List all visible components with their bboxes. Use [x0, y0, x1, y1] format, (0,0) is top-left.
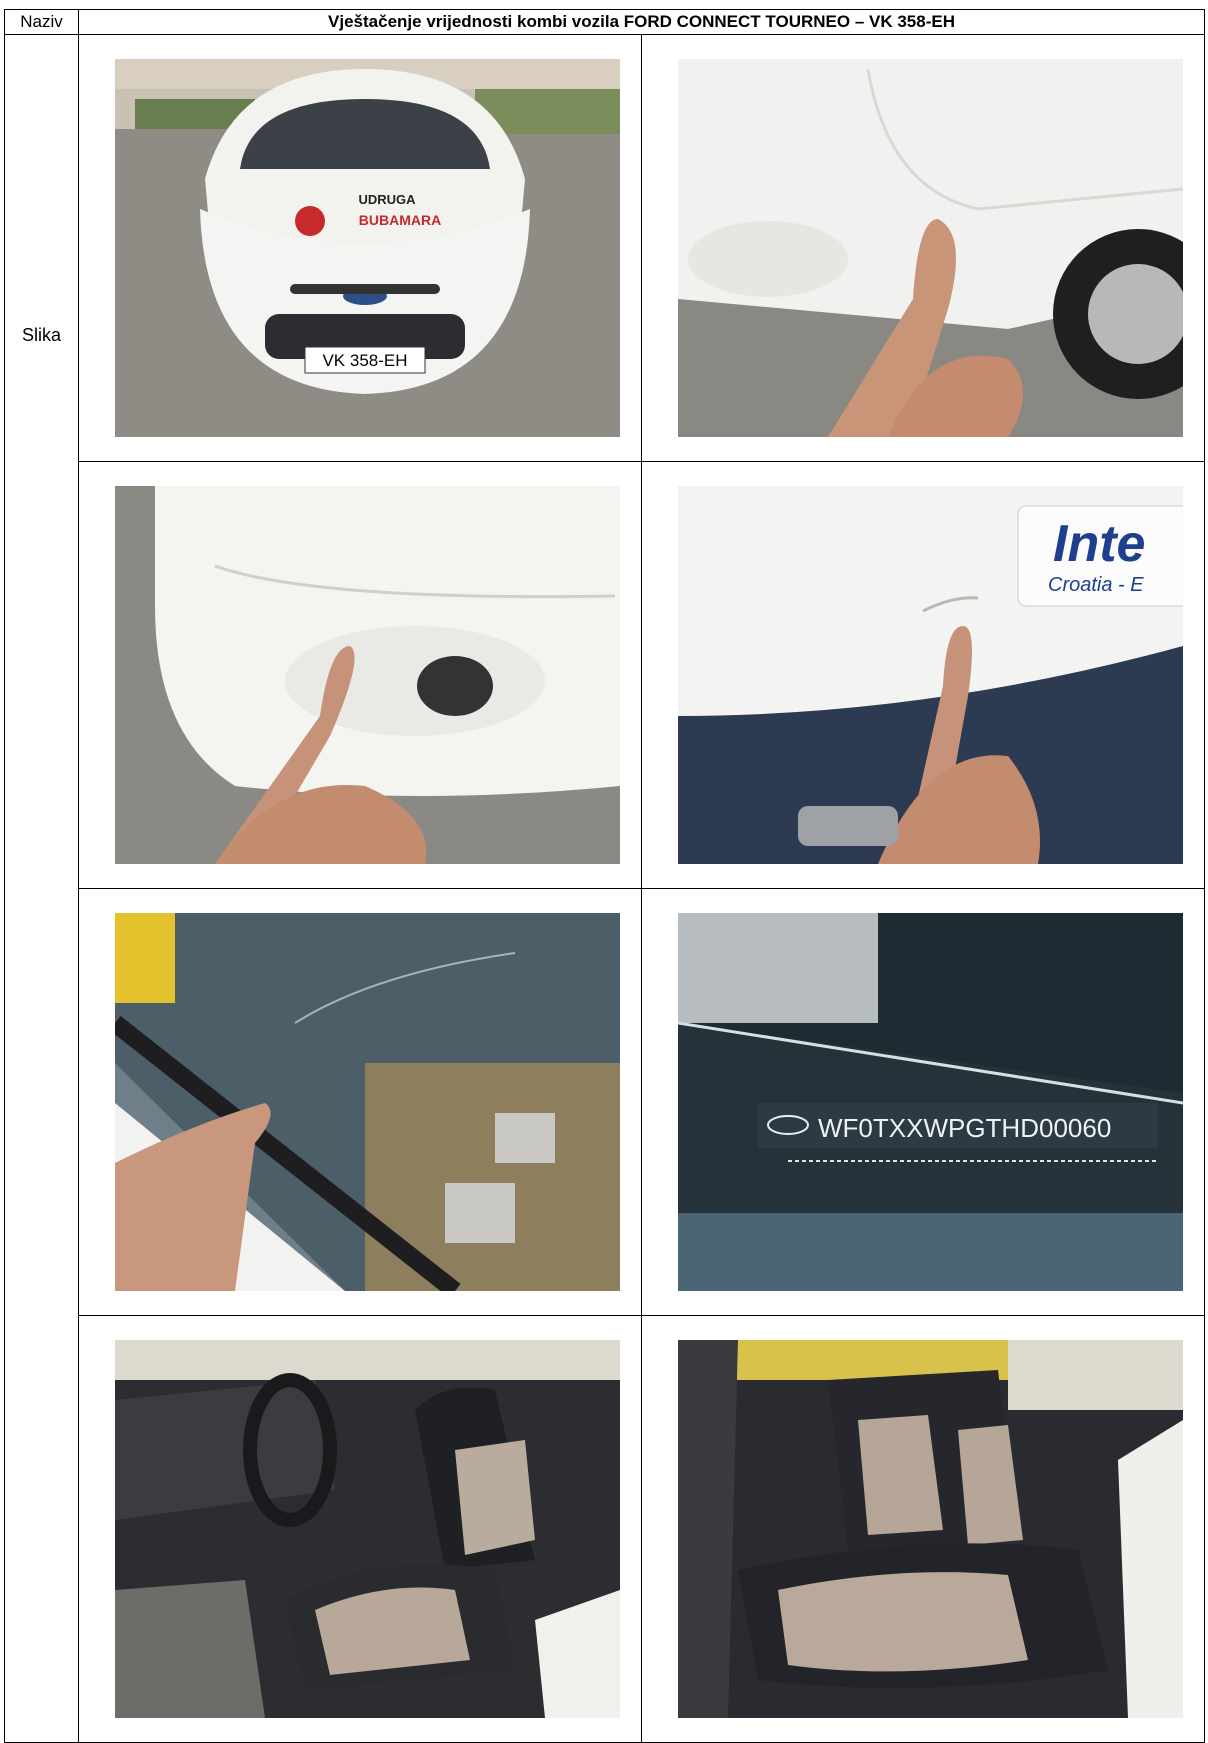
logo-text-bubamara: BUBAMARA [359, 212, 441, 228]
row-label-cell: Slika [4, 34, 79, 1743]
decal-text-sub: Croatia - E [1048, 574, 1144, 596]
photo-front-view: VK 358-EH UDRUGA BUBAMARA [115, 59, 620, 437]
decal-text-main: Inte [1053, 515, 1145, 573]
photo-front-fender-damage [678, 59, 1183, 437]
row-label: Slika [21, 325, 61, 345]
header-title-cell: Vještačenje vrijednosti kombi vozila FOR… [77, 9, 1206, 35]
plate-text: VK 358-EH [322, 351, 407, 370]
vin-text: WF0TXXWPGTHD00060 [818, 1113, 1111, 1143]
photo-cell-1: VK 358-EH UDRUGA BUBAMARA [78, 34, 642, 462]
photo-cell-8 [640, 1315, 1206, 1743]
photo-windshield-crack [115, 913, 620, 1291]
photo-cell-7 [78, 1315, 642, 1743]
photo-front-interior [115, 1340, 620, 1718]
photo-cell-4: Inte Croatia - E [640, 461, 1206, 889]
photo-documentation-table: Naziv Vještačenje vrijednosti kombi vozi… [4, 9, 1206, 1743]
photo-vin-plate: WF0TXXWPGTHD00060 [678, 913, 1183, 1291]
header-label: Naziv [20, 12, 63, 31]
document-page: { "header": { "left_label": "Naziv", "ti… [0, 0, 1208, 1743]
photo-cell-6: WF0TXXWPGTHD00060 [640, 888, 1206, 1316]
photo-cell-5 [78, 888, 642, 1316]
photo-cell-3 [78, 461, 642, 889]
photo-side-scratch: Inte Croatia - E [678, 486, 1183, 864]
photo-rear-interior [678, 1340, 1183, 1718]
header-label-cell: Naziv [4, 9, 79, 35]
photo-bumper-damage [115, 486, 620, 864]
photo-cell-2 [640, 34, 1206, 462]
document-title: Vještačenje vrijednosti kombi vozila FOR… [328, 12, 955, 31]
logo-text-udruga: UDRUGA [358, 192, 416, 207]
